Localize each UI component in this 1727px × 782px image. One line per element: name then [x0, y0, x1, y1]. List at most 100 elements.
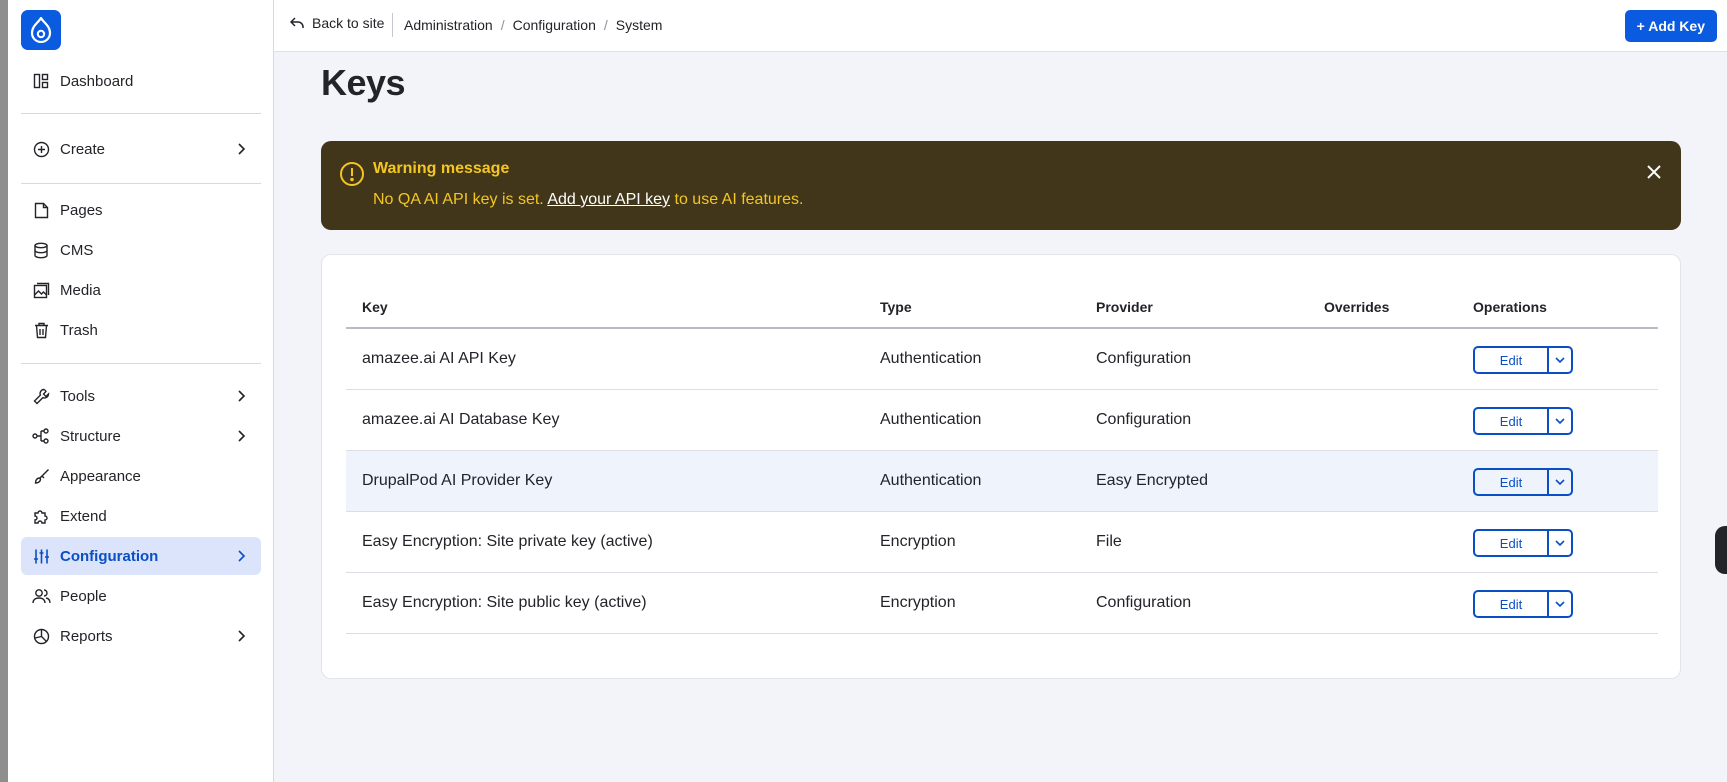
key-cell: amazee.ai AI Database Key: [362, 411, 560, 428]
media-icon: [31, 280, 51, 300]
sidebar-item-label: Configuration: [60, 547, 159, 565]
provider-cell: Configuration: [1096, 594, 1192, 611]
sidebar-divider: [21, 183, 261, 184]
chevron-right-icon: [238, 143, 246, 155]
chevron-right-icon: [238, 390, 246, 402]
sidebar-item-label: Tools: [60, 387, 96, 405]
brush-icon: [31, 466, 51, 486]
operations-toggle-button[interactable]: [1547, 531, 1571, 555]
sidebar-item-dashboard[interactable]: Dashboard: [21, 62, 261, 100]
window-edge: [0, 0, 8, 782]
sidebar-item-appearance[interactable]: Appearance: [21, 457, 261, 495]
structure-icon: [31, 426, 51, 446]
database-icon: [31, 240, 51, 260]
sidebar-item-label: Extend: [60, 507, 107, 525]
sidebar-item-label: Pages: [60, 201, 103, 219]
edit-button[interactable]: Edit: [1475, 592, 1547, 616]
edit-button[interactable]: Edit: [1475, 348, 1547, 372]
chevron-down-icon: [1555, 479, 1565, 486]
column-header-operations: Operations: [1473, 299, 1547, 315]
sidebar-item-tools[interactable]: Tools: [21, 377, 261, 415]
add-key-button[interactable]: + Add Key: [1624, 10, 1717, 42]
dashboard-icon: [31, 71, 51, 91]
sliders-icon: [31, 546, 51, 566]
keys-table: Key Type Provider Overrides Operations a…: [346, 279, 1658, 634]
sidebar-item-label: CMS: [60, 241, 94, 259]
warning-message: Warning message No QA AI API key is set.…: [321, 141, 1681, 230]
key-cell: Easy Encryption: Site private key (activ…: [362, 533, 653, 550]
chevron-right-icon: [238, 430, 246, 442]
warning-text: No QA AI API key is set. Add your API ke…: [373, 191, 803, 209]
operations-dropbutton: Edit: [1473, 468, 1573, 496]
type-cell: Encryption: [880, 533, 956, 550]
operations-dropbutton: Edit: [1473, 529, 1573, 557]
column-header-overrides: Overrides: [1324, 299, 1390, 315]
breadcrumb-configuration[interactable]: Configuration: [513, 17, 596, 33]
breadcrumb-system[interactable]: System: [616, 17, 663, 33]
warning-text-after: to use AI features.: [674, 191, 804, 208]
sidebar-divider: [21, 113, 261, 114]
sidebar-item-configuration[interactable]: Configuration: [21, 537, 261, 575]
page-icon: [31, 200, 51, 220]
back-to-site-label: Back to site: [312, 15, 385, 31]
provider-cell: Configuration: [1096, 411, 1192, 428]
breadcrumb: Administration / Configuration / System: [404, 17, 662, 33]
table-row: Easy Encryption: Site private key (activ…: [346, 512, 1658, 573]
edit-button[interactable]: Edit: [1475, 470, 1547, 494]
close-icon[interactable]: [1645, 163, 1663, 181]
column-header-type: Type: [880, 299, 912, 315]
operations-dropbutton: Edit: [1473, 590, 1573, 618]
edit-button[interactable]: Edit: [1475, 409, 1547, 433]
sidebar-item-structure[interactable]: Structure: [21, 417, 261, 455]
add-api-key-link[interactable]: Add your API key: [547, 191, 670, 208]
table-header: Key Type Provider Overrides Operations: [346, 279, 1658, 329]
sidebar-item-extend[interactable]: Extend: [21, 497, 261, 535]
operations-toggle-button[interactable]: [1547, 348, 1571, 372]
sidebar-item-label: Dashboard: [60, 72, 134, 90]
chevron-down-icon: [1555, 540, 1565, 547]
sidebar-item-people[interactable]: People: [21, 577, 261, 615]
type-cell: Authentication: [880, 472, 982, 489]
provider-cell: File: [1096, 533, 1122, 550]
back-arrow-icon: [290, 17, 304, 28]
breadcrumb-administration[interactable]: Administration: [404, 17, 493, 33]
plus-circle-icon: [31, 139, 51, 159]
edit-button[interactable]: Edit: [1475, 531, 1547, 555]
column-header-provider: Provider: [1096, 299, 1153, 315]
sidebar: Dashboard Create Pages CMS Media Trash T…: [8, 0, 274, 782]
type-cell: Encryption: [880, 594, 956, 611]
type-cell: Authentication: [880, 411, 982, 428]
chevron-down-icon: [1555, 601, 1565, 608]
back-to-site-link[interactable]: Back to site: [290, 15, 384, 31]
drupal-logo-icon[interactable]: [21, 10, 61, 50]
sidebar-item-label: Trash: [60, 321, 98, 339]
keys-table-card: Key Type Provider Overrides Operations a…: [321, 254, 1681, 679]
sidebar-item-label: People: [60, 587, 107, 605]
sidebar-item-trash[interactable]: Trash: [21, 311, 261, 349]
key-cell: amazee.ai AI API Key: [362, 350, 516, 367]
operations-toggle-button[interactable]: [1547, 470, 1571, 494]
table-row: Easy Encryption: Site public key (active…: [346, 573, 1658, 634]
chevron-right-icon: [238, 630, 246, 642]
side-panel-handle[interactable]: [1715, 526, 1727, 574]
breadcrumb-separator: /: [603, 17, 608, 33]
sidebar-item-label: Structure: [60, 427, 121, 445]
trash-icon: [31, 320, 51, 340]
sidebar-item-create[interactable]: Create: [21, 130, 261, 168]
chart-icon: [31, 626, 51, 646]
page-title: Keys: [321, 62, 406, 103]
type-cell: Authentication: [880, 350, 982, 367]
chevron-down-icon: [1555, 357, 1565, 364]
key-cell: Easy Encryption: Site public key (active…: [362, 594, 647, 611]
sidebar-item-label: Reports: [60, 627, 113, 645]
sidebar-item-pages[interactable]: Pages: [21, 191, 261, 229]
key-cell: DrupalPod AI Provider Key: [362, 472, 553, 489]
table-row: DrupalPod AI Provider Key Authentication…: [346, 451, 1658, 512]
operations-toggle-button[interactable]: [1547, 409, 1571, 433]
operations-dropbutton: Edit: [1473, 407, 1573, 435]
sidebar-item-reports[interactable]: Reports: [21, 617, 261, 655]
sidebar-item-media[interactable]: Media: [21, 271, 261, 309]
operations-toggle-button[interactable]: [1547, 592, 1571, 616]
warning-icon: [340, 162, 364, 186]
sidebar-item-cms[interactable]: CMS: [21, 231, 261, 269]
